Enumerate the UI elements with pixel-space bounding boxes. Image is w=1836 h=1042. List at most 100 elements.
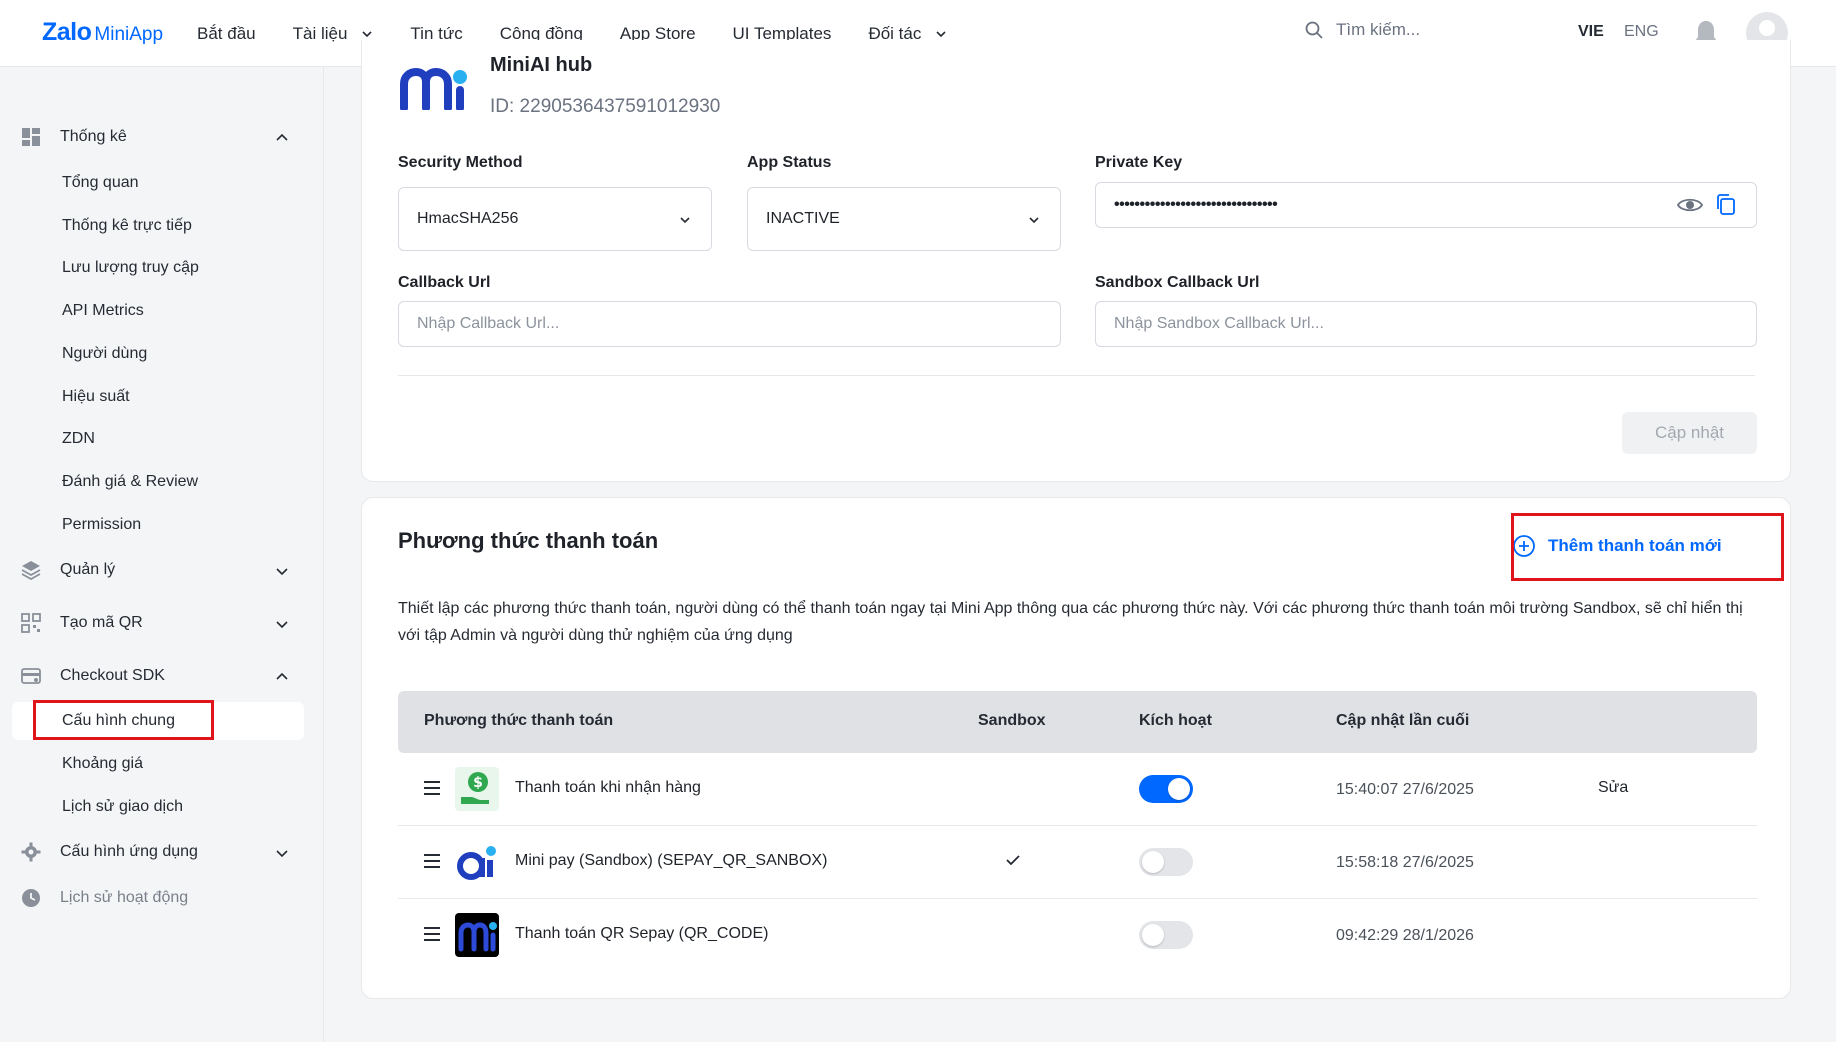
sidebar-item-tong-quan[interactable]: Tổng quan	[12, 164, 304, 202]
sidebar-item-permission[interactable]: Permission	[12, 506, 304, 544]
sidebar-item-label: Tổng quan	[62, 174, 139, 191]
eye-icon[interactable]	[1676, 195, 1704, 215]
sidebar-item-label: Lưu lượng truy cập	[62, 259, 199, 276]
sidebar-group-label: Thống kê	[60, 128, 127, 145]
sidebar-item-label: Permission	[62, 516, 142, 533]
sidebar-item-luu-luong[interactable]: Lưu lượng truy cập	[12, 249, 304, 287]
sidebar-item-label: API Metrics	[62, 302, 144, 319]
sidebar-item-zdn[interactable]: ZDN	[12, 420, 304, 458]
security-method-select[interactable]: HmacSHA256	[398, 187, 712, 251]
app-logo-icon	[400, 68, 467, 110]
sidebar-item-label: ZDN	[62, 430, 95, 447]
sidebar-item-cau-hinh-chung[interactable]: Cấu hình chung	[12, 702, 304, 740]
toggle-knob	[1168, 778, 1190, 800]
sidebar: Thống kê Tổng quan Thống kê trực tiếp Lư…	[0, 67, 324, 1042]
add-payment-label: Thêm thanh toán mới	[1548, 536, 1722, 555]
callback-url-input[interactable]	[398, 301, 1061, 347]
sidebar-group-label: Tạo mã QR	[60, 614, 143, 631]
sidebar-item-nguoi-dung[interactable]: Người dùng	[12, 335, 304, 373]
sidebar-group-label: Lịch sử hoạt động	[60, 889, 189, 906]
chevron-down-icon	[276, 621, 288, 629]
search-input[interactable]	[1336, 20, 1536, 40]
chevron-up-icon	[276, 133, 288, 141]
app-status-label: App Status	[747, 154, 832, 171]
app-status-select[interactable]: INACTIVE	[747, 187, 1061, 251]
sidebar-group-thong-ke[interactable]: Thống kê	[0, 117, 324, 157]
nav-label: Tài liệu	[292, 23, 348, 43]
sandbox-callback-url-label: Sandbox Callback Url	[1095, 274, 1260, 291]
mini-pay-icon	[455, 840, 499, 884]
sidebar-item-label: Cấu hình chung	[62, 712, 175, 729]
sidebar-item-label: Người dùng	[62, 345, 148, 362]
add-payment-button[interactable]: Thêm thanh toán mới	[1512, 528, 1722, 564]
private-key-value: ••••••••••••••••••••••••••••••••	[1114, 196, 1278, 213]
sidebar-item-api-metrics[interactable]: API Metrics	[12, 292, 304, 330]
chevron-down-icon	[936, 30, 946, 37]
sidebar-group-label: Checkout SDK	[60, 667, 165, 684]
layers-icon	[21, 561, 41, 580]
active-toggle[interactable]	[1139, 921, 1193, 949]
sidebar-group-tao-ma-qr[interactable]: Tạo mã QR	[0, 603, 324, 643]
sidebar-item-label: Đánh giá & Review	[62, 473, 199, 490]
app-status-value: INACTIVE	[766, 210, 840, 227]
zalo-miniapp-logo[interactable]: Zalo MiniApp	[42, 18, 163, 47]
column-header-method: Phương thức thanh toán	[424, 712, 614, 729]
private-key-field[interactable]: ••••••••••••••••••••••••••••••••	[1095, 182, 1757, 228]
sidebar-item-khoang-gia[interactable]: Khoảng giá	[12, 745, 304, 783]
divider	[398, 375, 1755, 376]
search-icon	[1305, 21, 1323, 39]
sidebar-item-danh-gia[interactable]: Đánh giá & Review	[12, 463, 304, 501]
nav-label: Bắt đầu	[197, 23, 256, 43]
sidebar-item-label: Thống kê trực tiếp	[62, 217, 192, 234]
sidebar-item-hieu-suat[interactable]: Hiệu suất	[12, 378, 304, 416]
chevron-down-icon	[680, 217, 690, 224]
logo-sub-text: MiniApp	[94, 24, 164, 45]
edit-link[interactable]: Sửa	[1598, 779, 1628, 797]
copy-icon[interactable]	[1716, 194, 1736, 216]
app-name: MiniAI hub	[490, 54, 593, 76]
sidebar-group-cau-hinh-ung-dung[interactable]: Cấu hình ứng dụng	[0, 832, 324, 872]
chevron-down-icon	[1029, 217, 1039, 224]
dashboard-icon	[22, 128, 40, 146]
clock-icon	[22, 889, 40, 907]
sidebar-item-thong-ke-truc-tiep[interactable]: Thống kê trực tiếp	[12, 207, 304, 245]
chevron-up-icon	[276, 672, 288, 680]
drag-handle-icon[interactable]	[424, 854, 440, 868]
security-method-label: Security Method	[398, 154, 523, 171]
security-method-value: HmacSHA256	[417, 210, 519, 227]
lang-vie[interactable]: VIE	[1578, 23, 1604, 41]
section-description: Thiết lập các phương thức thanh toán, ng…	[398, 600, 1743, 644]
logo-main-text: Zalo	[42, 18, 92, 46]
drag-handle-icon[interactable]	[424, 781, 440, 795]
check-icon	[1006, 855, 1020, 866]
active-toggle[interactable]	[1139, 775, 1193, 803]
update-button[interactable]: Cập nhật	[1622, 412, 1757, 454]
search-bar	[1304, 20, 1536, 40]
sidebar-item-lich-su-giao-dich[interactable]: Lịch sử giao dịch	[12, 788, 304, 826]
qr-code-icon	[21, 613, 41, 633]
sidebar-group-label: Quản lý	[60, 561, 116, 578]
app-id: ID: 2290536437591012930	[490, 96, 721, 117]
sidebar-group-checkout-sdk[interactable]: Checkout SDK	[0, 656, 324, 696]
callback-url-label: Callback Url	[398, 274, 491, 291]
table-header: Phương thức thanh toán Sandbox Kích hoạt…	[398, 691, 1757, 753]
table-row: Thanh toán QR Sepay (QR_CODE) 09:42:29 2…	[398, 899, 1757, 972]
payment-methods-card: Phương thức thanh toán Thêm thanh toán m…	[361, 497, 1791, 999]
sandbox-callback-url-input[interactable]	[1095, 301, 1757, 347]
sepay-qr-icon	[455, 913, 499, 957]
plus-circle-icon	[1513, 535, 1535, 557]
lang-eng[interactable]: ENG	[1624, 23, 1659, 41]
payment-method-name: Mini pay (Sandbox) (SEPAY_QR_SANBOX)	[515, 852, 828, 869]
active-toggle[interactable]	[1139, 848, 1193, 876]
sidebar-item-label: Khoảng giá	[62, 755, 143, 772]
sidebar-group-quan-ly[interactable]: Quản lý	[0, 550, 324, 590]
column-header-active: Kích hoạt	[1139, 712, 1212, 729]
drag-handle-icon[interactable]	[424, 927, 440, 941]
gear-icon	[21, 842, 41, 862]
last-updated: 09:42:29 28/1/2026	[1336, 927, 1474, 944]
last-updated: 15:58:18 27/6/2025	[1336, 854, 1474, 871]
sidebar-group-lich-su-hoat-dong[interactable]: Lịch sử hoạt động	[0, 878, 324, 918]
sidebar-item-label: Hiệu suất	[62, 388, 130, 405]
nav-item-bat-dau[interactable]: Bắt đầu	[197, 24, 256, 44]
toggle-knob	[1142, 851, 1164, 873]
